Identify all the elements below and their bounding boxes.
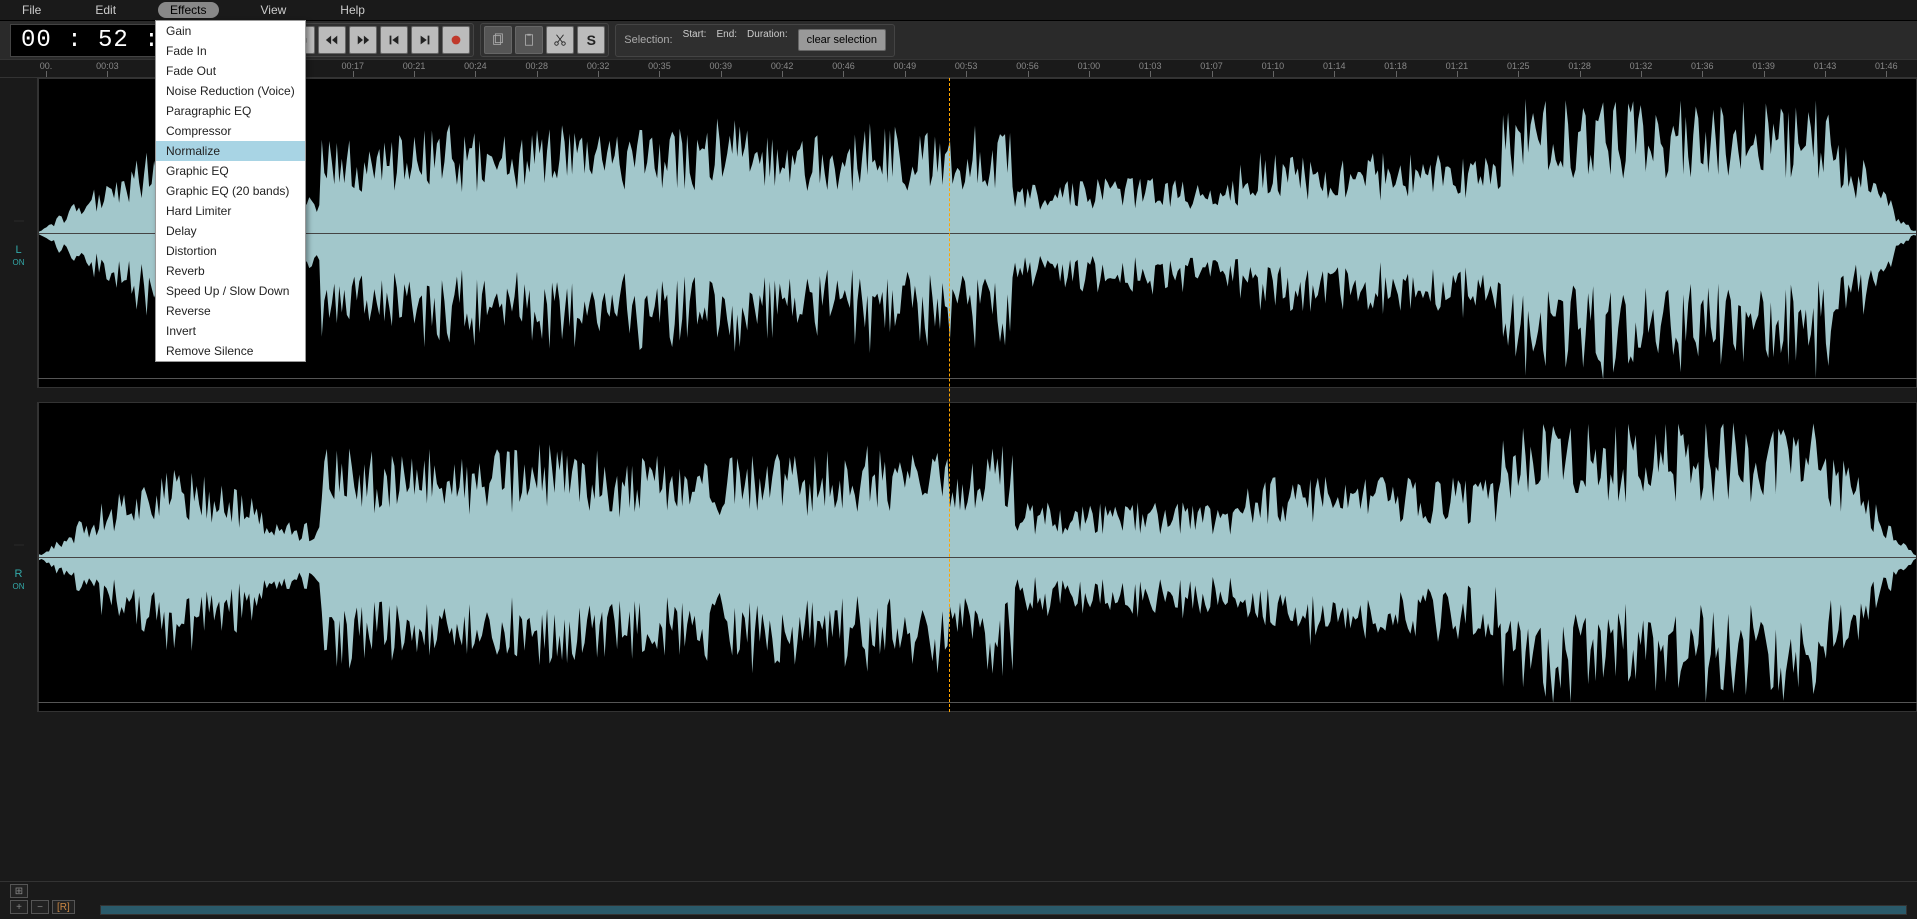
ruler-tick: 00:32 bbox=[587, 61, 610, 71]
effects-item-graphic-eq[interactable]: Graphic EQ bbox=[156, 161, 305, 181]
effects-item-paragraphic-eq[interactable]: Paragraphic EQ bbox=[156, 101, 305, 121]
copy-button[interactable] bbox=[484, 26, 512, 54]
ruler-tick: 00:53 bbox=[955, 61, 978, 71]
channel-R-state: ON bbox=[13, 582, 25, 591]
record-button[interactable] bbox=[442, 26, 470, 54]
selection-panel: Selection: Start: End: Duration: clear s… bbox=[615, 24, 895, 57]
selection-label: Selection: bbox=[624, 34, 672, 46]
effects-item-graphic-eq-20-bands-[interactable]: Graphic EQ (20 bands) bbox=[156, 181, 305, 201]
clipboard-group: S bbox=[480, 23, 609, 57]
ruler-tick: 00:56 bbox=[1016, 61, 1039, 71]
ruler-tick: 00:42 bbox=[771, 61, 794, 71]
cut-button[interactable] bbox=[546, 26, 574, 54]
effects-item-fade-in[interactable]: Fade In bbox=[156, 41, 305, 61]
skip-back-button[interactable] bbox=[380, 26, 408, 54]
footer: ⊞ + − [R] bbox=[0, 881, 1917, 919]
scrollbar-thumb[interactable] bbox=[101, 906, 1906, 914]
effects-item-noise-reduction-voice-[interactable]: Noise Reduction (Voice) bbox=[156, 81, 305, 101]
menu-effects[interactable]: Effects bbox=[158, 2, 218, 18]
selection-start-label: Start: bbox=[683, 29, 707, 40]
ruler-tick: 01:10 bbox=[1262, 61, 1285, 71]
channel-L-state: ON bbox=[13, 258, 25, 267]
footer-r-label[interactable]: [R] bbox=[52, 900, 75, 914]
menu-edit[interactable]: Edit bbox=[83, 1, 128, 19]
ruler-tick: 01:46 bbox=[1875, 61, 1898, 71]
ruler-tick: 01:25 bbox=[1507, 61, 1530, 71]
ruler-tick: 00:46 bbox=[832, 61, 855, 71]
ruler-tick: 00:49 bbox=[894, 61, 917, 71]
channel-R: R bbox=[15, 568, 23, 580]
effects-item-remove-silence[interactable]: Remove Silence bbox=[156, 341, 305, 361]
track-right-meter bbox=[14, 544, 24, 546]
track-left-label[interactable]: L ON bbox=[0, 78, 38, 388]
ruler-tick: 00. bbox=[40, 61, 53, 71]
effects-item-fade-out[interactable]: Fade Out bbox=[156, 61, 305, 81]
ruler-tick: 01:36 bbox=[1691, 61, 1714, 71]
ruler-tick: 00:24 bbox=[464, 61, 487, 71]
effects-item-speed-up-slow-down[interactable]: Speed Up / Slow Down bbox=[156, 281, 305, 301]
ruler-tick: 00:39 bbox=[710, 61, 733, 71]
forward-button[interactable] bbox=[349, 26, 377, 54]
ruler-tick: 00:03 bbox=[96, 61, 119, 71]
waveform-right[interactable] bbox=[38, 402, 1917, 712]
horizontal-scrollbar[interactable] bbox=[100, 905, 1907, 915]
waveform-left[interactable] bbox=[38, 78, 1917, 388]
effects-dropdown: GainFade InFade OutNoise Reduction (Voic… bbox=[155, 20, 306, 362]
effects-item-gain[interactable]: Gain bbox=[156, 21, 305, 41]
ruler-tick: 01:21 bbox=[1446, 61, 1469, 71]
zoom-out-button[interactable]: − bbox=[31, 900, 49, 914]
channel-L: L bbox=[15, 244, 21, 256]
effects-item-distortion[interactable]: Distortion bbox=[156, 241, 305, 261]
menu-file[interactable]: File bbox=[10, 1, 53, 19]
effects-item-delay[interactable]: Delay bbox=[156, 221, 305, 241]
zoom-vert-in-button[interactable]: ⊞ bbox=[10, 884, 28, 898]
selection-end-label: End: bbox=[716, 29, 737, 40]
ruler-tick: 01:43 bbox=[1814, 61, 1837, 71]
effects-item-hard-limiter[interactable]: Hard Limiter bbox=[156, 201, 305, 221]
menubar: File Edit Effects View Help bbox=[0, 0, 1917, 20]
ruler-tick: 00:28 bbox=[525, 61, 548, 71]
track-right-label[interactable]: R ON bbox=[0, 402, 38, 712]
ruler-tick: 00:35 bbox=[648, 61, 671, 71]
track-left-meter bbox=[14, 220, 24, 222]
ruler-tick: 01:18 bbox=[1384, 61, 1407, 71]
ruler-tick: 01:32 bbox=[1630, 61, 1653, 71]
selection-duration-label: Duration: bbox=[747, 29, 788, 40]
rewind-button[interactable] bbox=[318, 26, 346, 54]
menu-view[interactable]: View bbox=[249, 1, 299, 19]
ruler-tick: 01:14 bbox=[1323, 61, 1346, 71]
ruler-tick: 00:21 bbox=[403, 61, 426, 71]
ruler-tick: 01:00 bbox=[1078, 61, 1101, 71]
menu-help[interactable]: Help bbox=[328, 1, 377, 19]
track-right: R ON bbox=[0, 402, 1917, 712]
effects-item-reverb[interactable]: Reverb bbox=[156, 261, 305, 281]
s-button[interactable]: S bbox=[577, 26, 605, 54]
skip-forward-button[interactable] bbox=[411, 26, 439, 54]
ruler-tick: 01:03 bbox=[1139, 61, 1162, 71]
ruler-tick: 01:07 bbox=[1200, 61, 1223, 71]
paste-button[interactable] bbox=[515, 26, 543, 54]
effects-item-normalize[interactable]: Normalize bbox=[156, 141, 305, 161]
zoom-in-button[interactable]: + bbox=[10, 900, 28, 914]
clear-selection-button[interactable]: clear selection bbox=[798, 29, 886, 51]
effects-item-invert[interactable]: Invert bbox=[156, 321, 305, 341]
effects-item-reverse[interactable]: Reverse bbox=[156, 301, 305, 321]
effects-item-compressor[interactable]: Compressor bbox=[156, 121, 305, 141]
ruler-tick: 01:39 bbox=[1752, 61, 1775, 71]
ruler-tick: 00:17 bbox=[341, 61, 364, 71]
ruler-tick: 01:28 bbox=[1568, 61, 1591, 71]
